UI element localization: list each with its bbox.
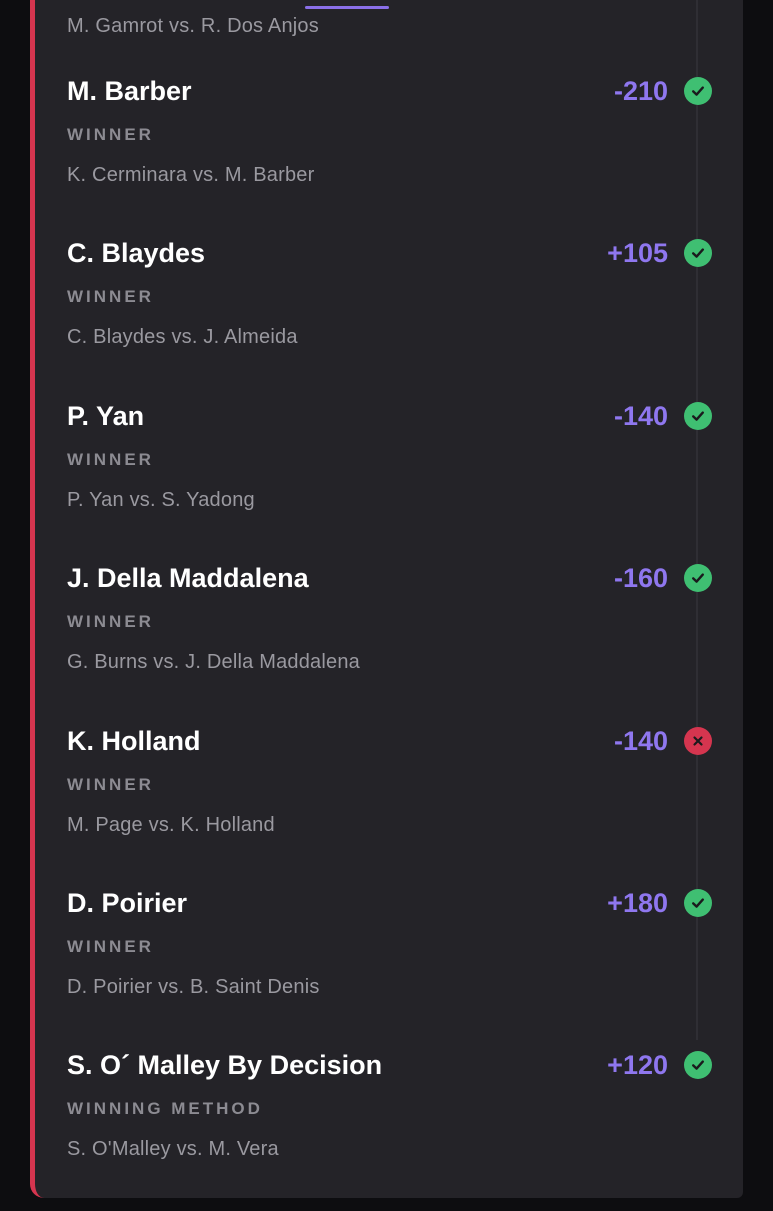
- check-icon: [684, 564, 712, 592]
- leg-matchup: S. O'Malley vs. M. Vera: [67, 1138, 279, 1160]
- x-icon: [684, 727, 712, 755]
- tab-indicator: [305, 6, 389, 9]
- leg-pick: D. Poirier: [67, 888, 188, 918]
- leg-market: WINNING METHOD: [67, 1099, 263, 1118]
- bet-leg[interactable]: K. Holland -140 WINNER M. Page vs. K. Holla…: [0, 725, 773, 887]
- bet-leg[interactable]: D. Poirier +180 WINNER D. Poirier vs. B. Sa…: [0, 887, 773, 1049]
- bet-leg[interactable]: M. Barber -210 WINNER K. Cerminara vs. M. B…: [0, 75, 773, 237]
- leg-pick: K. Holland: [67, 726, 201, 756]
- leg-odds: -140: [613, 726, 668, 756]
- leg-matchup: M. Page vs. K. Holland: [67, 814, 275, 836]
- leg-pick: M. Barber: [67, 76, 192, 106]
- leg-market: WINNER: [67, 937, 154, 956]
- bet-leg[interactable]: C. Blaydes +105 WINNER C. Blaydes vs. J. Al…: [0, 237, 773, 399]
- leg-matchup: K. Cerminara vs. M. Barber: [67, 164, 315, 186]
- leg-odds: +120: [607, 1050, 668, 1080]
- leg-market: WINNER: [67, 450, 154, 469]
- bet-leg[interactable]: P. Yan -140 WINNER P. Yan vs. S. Yadong: [0, 400, 773, 562]
- leg-matchup: P. Yan vs. S. Yadong: [67, 489, 255, 511]
- check-icon: [684, 402, 712, 430]
- previous-matchup: M. Gamrot vs. R. Dos Anjos: [67, 15, 319, 37]
- bet-leg[interactable]: S. O´ Malley By Decision +120 WINNING METH…: [0, 1049, 773, 1211]
- leg-odds: +180: [607, 888, 668, 918]
- leg-pick: J. Della Maddalena: [67, 563, 309, 593]
- leg-matchup: G. Burns vs. J. Della Maddalena: [67, 651, 360, 673]
- check-icon: [684, 77, 712, 105]
- leg-matchup: D. Poirier vs. B. Saint Denis: [67, 976, 320, 998]
- leg-market: WINNER: [67, 775, 154, 794]
- check-icon: [684, 1051, 712, 1079]
- leg-odds: -160: [613, 563, 668, 593]
- leg-odds: +105: [607, 238, 668, 268]
- leg-market: WINNER: [67, 287, 154, 306]
- check-icon: [684, 889, 712, 917]
- leg-matchup: C. Blaydes vs. J. Almeida: [67, 326, 298, 348]
- leg-pick: S. O´ Malley By Decision: [67, 1050, 383, 1080]
- check-icon: [684, 239, 712, 267]
- leg-market: WINNER: [67, 125, 154, 144]
- leg-pick: P. Yan: [67, 401, 145, 431]
- leg-odds: -140: [613, 401, 668, 431]
- leg-odds: -210: [613, 76, 668, 106]
- bet-leg[interactable]: J. Della Maddalena -160 WINNER G. Burns vs.…: [0, 562, 773, 724]
- leg-market: WINNER: [67, 612, 154, 631]
- leg-pick: C. Blaydes: [67, 238, 206, 268]
